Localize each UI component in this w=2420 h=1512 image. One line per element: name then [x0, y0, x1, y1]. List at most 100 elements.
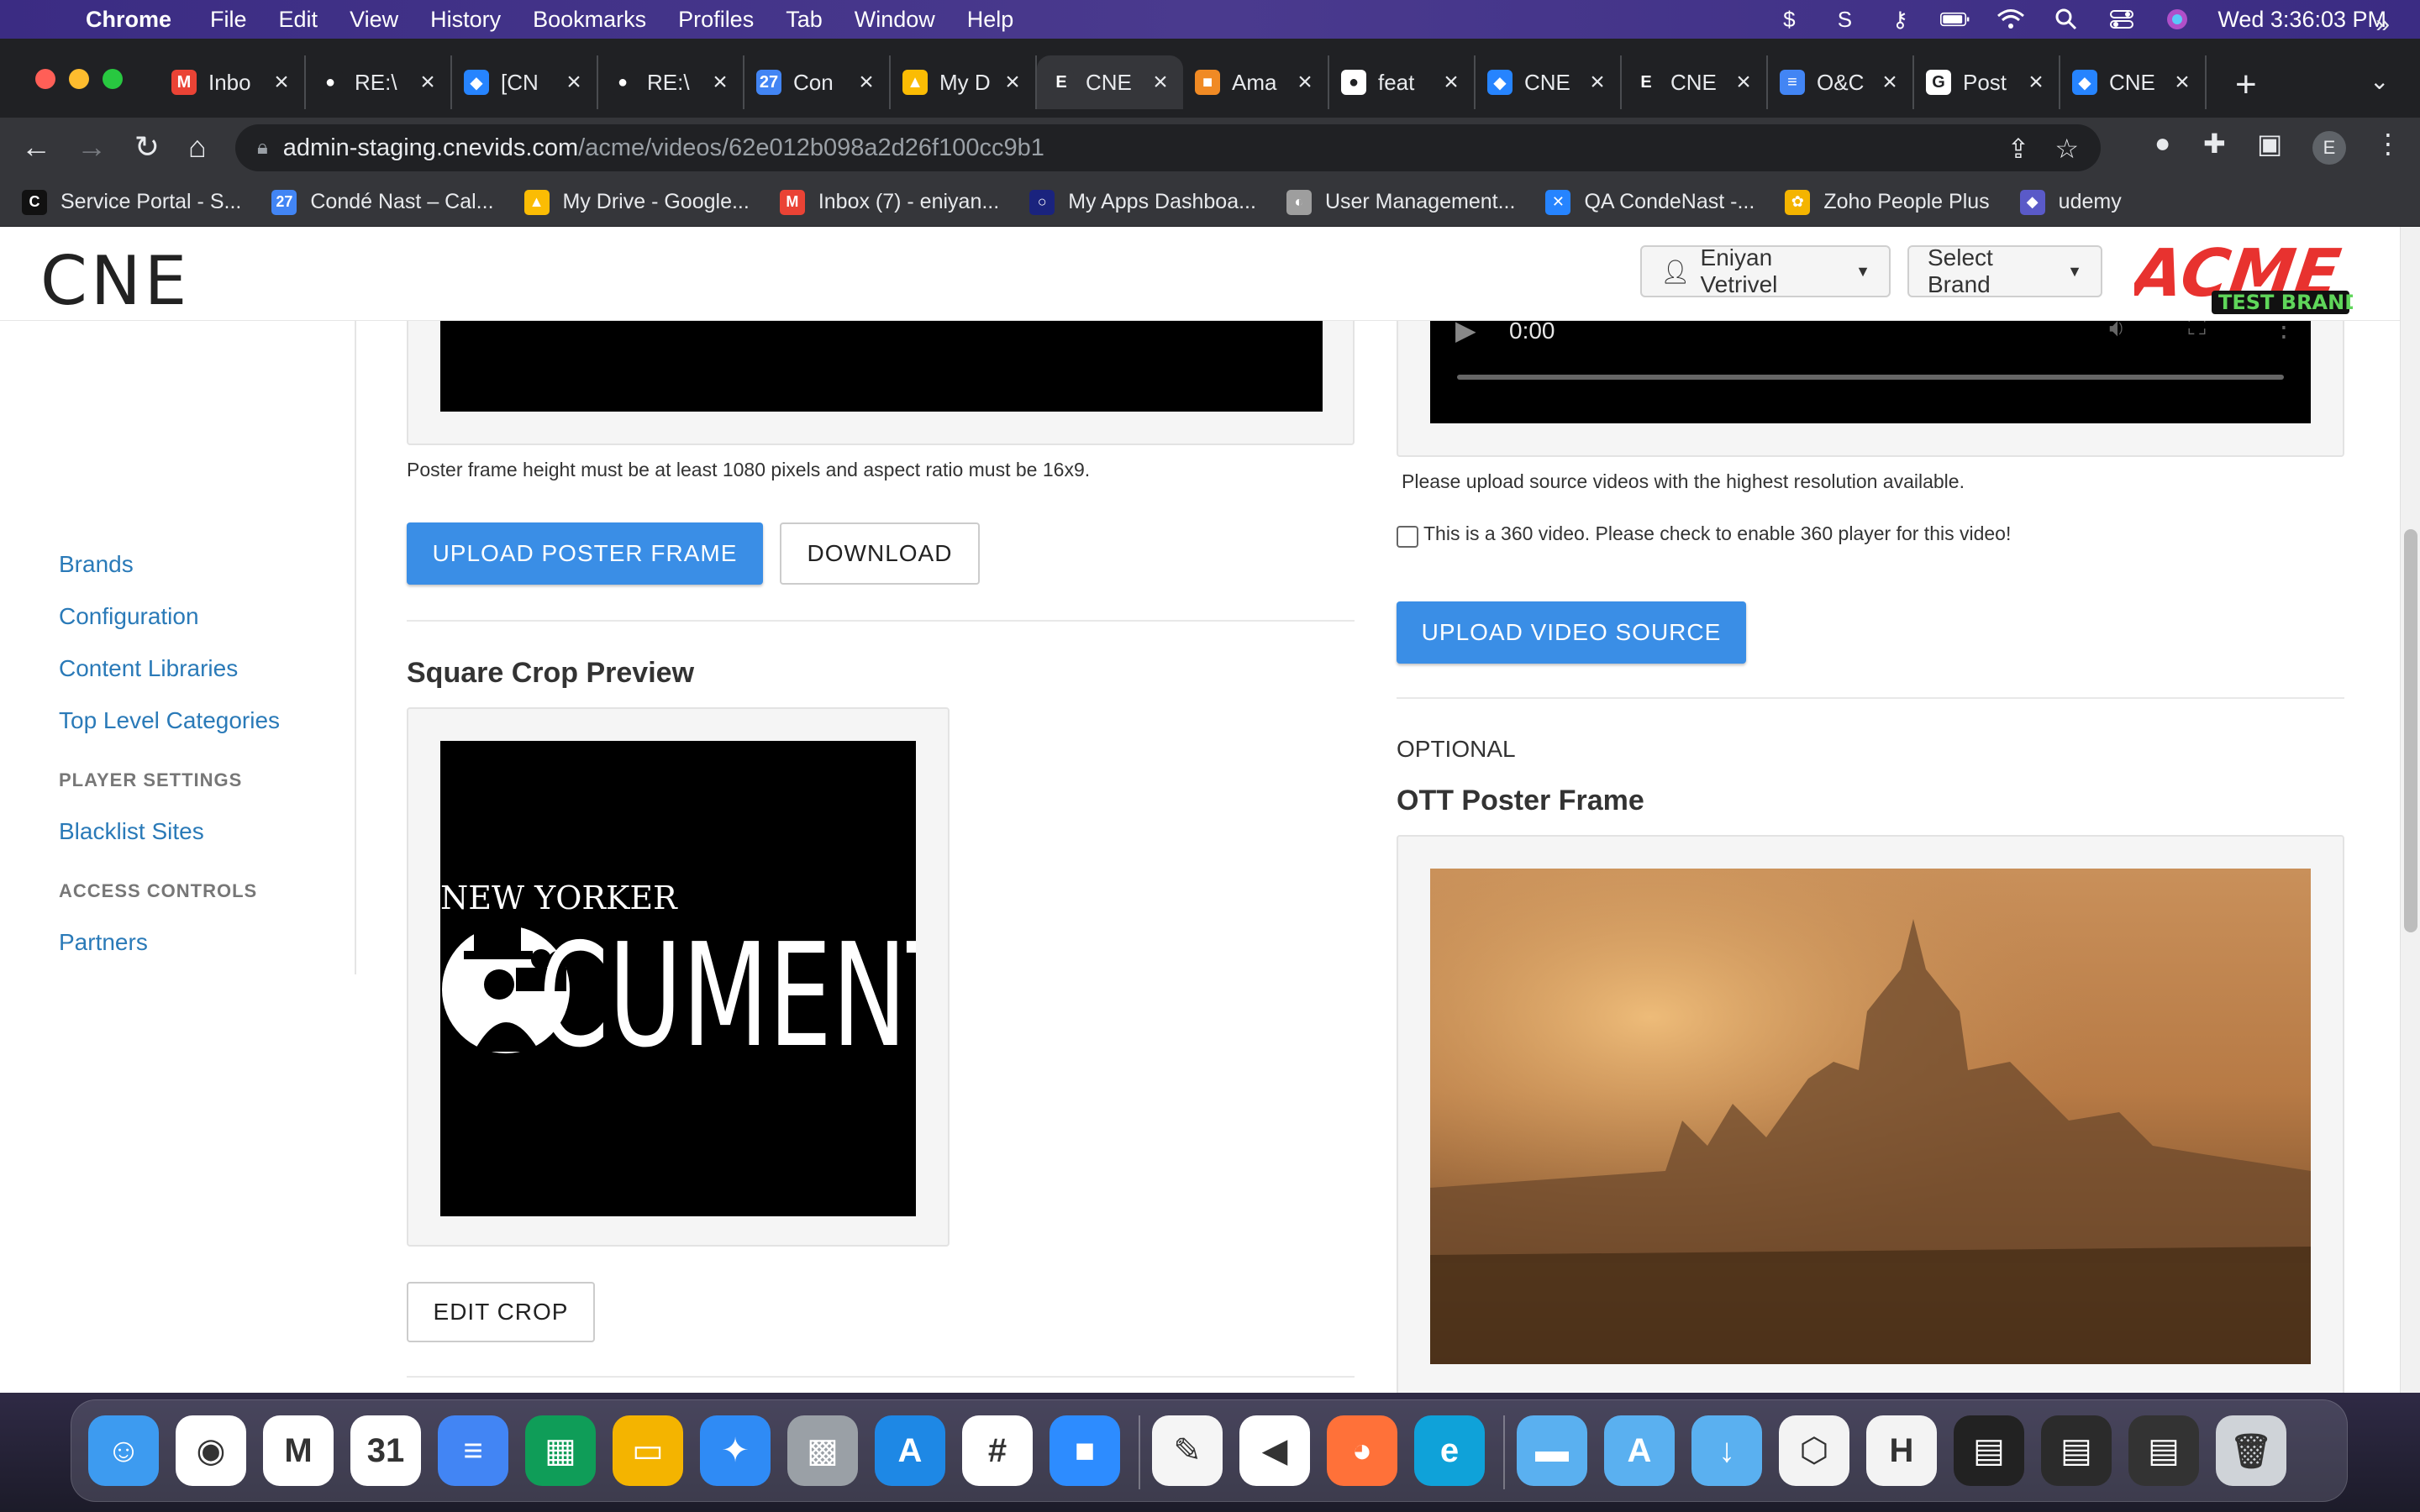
sidebar-link-partners[interactable]: Partners — [59, 929, 148, 956]
bookmark-item[interactable]: 27 Condé Nast – Cal... — [271, 189, 494, 215]
close-icon[interactable]: × — [2171, 68, 2193, 97]
close-icon[interactable]: × — [1440, 68, 1462, 97]
siri-icon[interactable] — [2162, 7, 2192, 32]
close-icon[interactable]: × — [2025, 68, 2047, 97]
bookmark-item[interactable]: M Inbox (7) - eniyan... — [779, 189, 999, 215]
side-panel-icon[interactable]: ▣ — [2257, 128, 2282, 160]
firefox-icon[interactable]: ◕ — [1327, 1415, 1397, 1486]
sidebar-link-brands[interactable]: Brands — [59, 551, 134, 578]
bookmark-item[interactable]: ◐ User Management... — [1286, 189, 1515, 215]
reload-button[interactable]: ↻ — [126, 126, 168, 168]
forward-button[interactable]: → — [71, 126, 113, 168]
back-button[interactable]: ← — [15, 126, 57, 168]
upload-video-source-button[interactable]: UPLOAD VIDEO SOURCE — [1397, 601, 1746, 664]
visual-studio-icon[interactable]: ◀ — [1239, 1415, 1310, 1486]
browser-tab[interactable]: G Post × — [1914, 55, 2060, 109]
calendar-icon[interactable]: 31 — [350, 1415, 421, 1486]
spotlight-search-icon[interactable] — [2051, 7, 2081, 32]
window-thumb-icon-2[interactable]: ▤ — [2041, 1415, 2112, 1486]
menu-app-name[interactable]: Chrome — [86, 7, 171, 33]
is-360-checkbox[interactable] — [1397, 526, 1418, 548]
new-tab-button[interactable]: + — [2235, 64, 2257, 106]
trash-icon[interactable]: 🗑 — [2216, 1415, 2286, 1486]
window-zoom-button[interactable] — [103, 69, 123, 89]
browser-tab[interactable]: ≡ O&C × — [1768, 55, 1914, 109]
slides-icon[interactable]: ▭ — [613, 1415, 683, 1486]
close-icon[interactable]: × — [1294, 68, 1316, 97]
profile-avatar[interactable]: E — [2312, 131, 2346, 165]
gmail-icon[interactable]: M — [263, 1415, 334, 1486]
page-scrollbar-thumb[interactable] — [2404, 529, 2417, 932]
sidebar-link-configuration[interactable]: Configuration — [59, 603, 199, 630]
close-icon[interactable]: × — [417, 68, 439, 97]
browser-tab[interactable]: ▲ My D × — [891, 55, 1037, 109]
slack-icon[interactable]: # — [962, 1415, 1033, 1486]
finder-icon[interactable]: ☺ — [88, 1415, 159, 1486]
zoom-icon[interactable]: ■ — [1050, 1415, 1120, 1486]
cash-icon[interactable]: $ — [1774, 7, 1804, 32]
browser-tab[interactable]: ● RE:\ × — [306, 55, 452, 109]
bookmark-item[interactable]: ○ My Apps Dashboa... — [1029, 189, 1256, 215]
appstore-icon[interactable]: A — [875, 1415, 945, 1486]
select-brand-button[interactable]: Select Brand ▼ — [1907, 244, 2102, 297]
hub-icon[interactable]: ⬡ — [1779, 1415, 1849, 1486]
battery-icon[interactable] — [1940, 7, 1970, 32]
browser-tab[interactable]: ● feat × — [1329, 55, 1476, 109]
close-icon[interactable]: × — [1733, 68, 1754, 97]
folder-icon[interactable]: ▬ — [1517, 1415, 1587, 1486]
close-icon[interactable]: × — [709, 68, 731, 97]
textedit-icon[interactable]: ✎ — [1152, 1415, 1223, 1486]
downloads-folder-icon[interactable]: ↓ — [1691, 1415, 1762, 1486]
bookmark-item[interactable]: ◆ udemy — [2019, 189, 2122, 215]
window-minimize-button[interactable] — [69, 69, 89, 89]
window-thumb-icon-3[interactable]: ▤ — [2128, 1415, 2199, 1486]
h-app-icon[interactable]: H — [1866, 1415, 1937, 1486]
key-icon[interactable]: ⚷ — [1885, 7, 1915, 32]
sheets-icon[interactable]: ▦ — [525, 1415, 596, 1486]
lock-icon[interactable]: 🔒︎ — [257, 136, 268, 160]
close-icon[interactable]: × — [1002, 68, 1023, 97]
edge-icon[interactable]: e — [1414, 1415, 1485, 1486]
close-icon[interactable]: × — [271, 68, 292, 97]
chrome-menu-icon[interactable]: ⋮ — [2375, 128, 2402, 160]
video-progress-bar[interactable] — [1457, 375, 2284, 380]
browser-tab[interactable]: ◆ [CN × — [452, 55, 598, 109]
sidebar-link-content-libraries[interactable]: Content Libraries — [59, 655, 238, 682]
sidebar-link-top-level-categories[interactable]: Top Level Categories — [59, 707, 280, 734]
cne-logo[interactable]: CNE — [40, 242, 190, 320]
applications-folder-icon[interactable]: A — [1604, 1415, 1675, 1486]
menubar-clock[interactable]: Wed 3:36:03 PM — [2217, 7, 2386, 33]
menu-help[interactable]: Help — [967, 7, 1014, 33]
close-icon[interactable]: × — [855, 68, 877, 97]
browser-tab[interactable]: ■ Ama × — [1183, 55, 1329, 109]
menu-tab[interactable]: Tab — [786, 7, 823, 33]
browser-tab[interactable]: E CNE × — [1037, 55, 1183, 109]
browser-tab[interactable]: M Inbo × — [160, 55, 306, 109]
edit-crop-button[interactable]: EDIT CROP — [407, 1282, 595, 1342]
bookmarks-overflow-icon[interactable]: » — [2375, 10, 2390, 39]
share-icon[interactable]: ⇪ — [2007, 133, 2030, 165]
bookmark-item[interactable]: ✿ Zoho People Plus — [1785, 189, 1990, 215]
menu-profiles[interactable]: Profiles — [678, 7, 754, 33]
upload-poster-frame-button[interactable]: UPLOAD POSTER FRAME — [407, 522, 763, 585]
wifi-icon[interactable] — [1996, 7, 2026, 32]
window-thumb-icon[interactable]: ▤ — [1954, 1415, 2024, 1486]
tab-search-chevron-icon[interactable]: ⌄ — [2370, 67, 2389, 95]
is-360-label[interactable]: This is a 360 video. Please check to ena… — [1423, 522, 2011, 545]
extensions-puzzle-icon[interactable]: ✚ — [2203, 128, 2226, 160]
browser-tab[interactable]: ● RE:\ × — [598, 55, 744, 109]
close-icon[interactable]: × — [1150, 68, 1171, 97]
home-button[interactable]: ⌂ — [176, 126, 218, 168]
control-center-icon[interactable] — [2107, 7, 2137, 32]
extension-badge-icon[interactable]: ● — [2154, 128, 2170, 159]
address-bar[interactable]: 🔒︎ admin-staging.cnevids.com/acme/videos… — [235, 124, 2101, 171]
menu-window[interactable]: Window — [855, 7, 935, 33]
menu-edit[interactable]: Edit — [279, 7, 318, 33]
docs-icon[interactable]: ≡ — [438, 1415, 508, 1486]
close-icon[interactable]: × — [1586, 68, 1608, 97]
browser-tab[interactable]: ◆ CNE × — [1476, 55, 1622, 109]
page-scrollbar[interactable] — [2400, 227, 2420, 1393]
launchpad-icon[interactable]: ▩ — [787, 1415, 858, 1486]
shortcut-icon[interactable]: S — [1829, 7, 1860, 32]
browser-tab[interactable]: ◆ CNE × — [2060, 55, 2207, 109]
